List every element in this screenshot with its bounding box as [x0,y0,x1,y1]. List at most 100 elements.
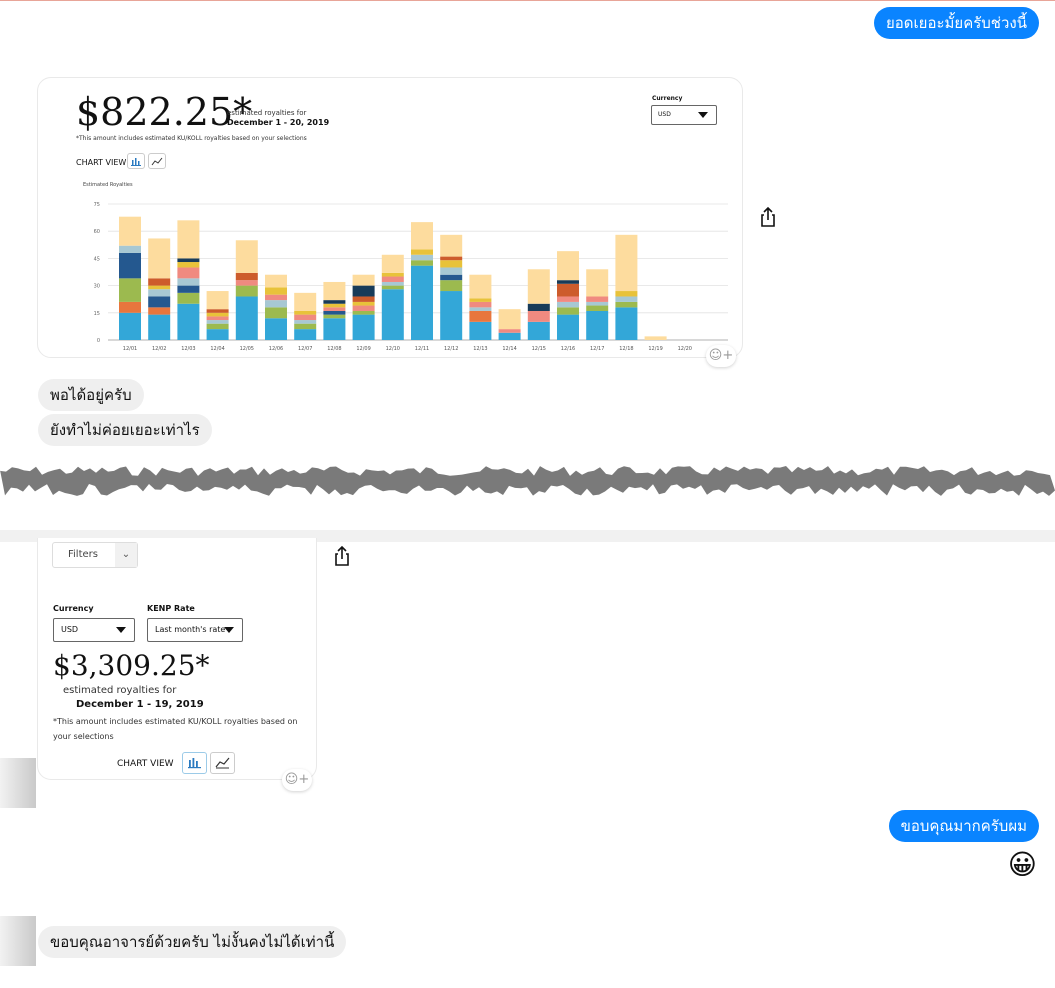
message-text: พอได้อยู่ครับ [50,386,132,404]
tear-gap [0,500,1055,530]
bar-segment [352,301,375,306]
bar-segment [323,300,346,304]
x-tick-label: 12/17 [590,346,604,352]
bar-segment [469,301,492,308]
bar-segment [235,240,258,273]
bar-segment [411,222,433,250]
bar-segment [206,316,229,321]
y-tick-label: 75 [94,202,100,208]
avatar[interactable] [0,916,36,966]
bar-segment [119,301,141,313]
bar-segment [586,301,609,306]
chevron-down-icon [224,627,234,633]
bar-segment [527,303,550,311]
bar-segment [148,289,171,297]
kenp-select[interactable]: Last month's rate [147,618,243,642]
bar-segment [206,291,229,310]
bar-segment [119,278,141,302]
bar-segment [265,274,287,288]
x-tick-label: 12/07 [298,346,312,352]
add-reaction-button[interactable]: ☺+ [706,345,736,367]
x-tick-label: 12/11 [415,346,429,352]
bar-segment [265,287,287,295]
share-button[interactable] [758,206,778,228]
bar-segment [498,329,521,333]
bar-segment [411,254,433,261]
bar-segment [206,323,229,330]
bar-segment [148,296,171,308]
bar-segment [352,305,375,311]
bar-segment [557,307,579,315]
message-text: ยังทำไม่ค่อยเยอะเท่าไร [50,421,200,439]
message-text: ขอบคุณมากครับผม [900,817,1027,835]
x-tick-label: 12/03 [181,346,195,352]
currency-select[interactable]: USD [651,105,717,125]
bar-view-button[interactable] [182,752,207,774]
currency-label: Currency [53,604,94,613]
bar-segment [235,272,258,281]
bar-segment [440,256,463,261]
bar-segment [644,336,667,340]
bar-chart-icon [131,158,141,166]
bar-segment [352,285,375,297]
bar-segment [206,320,229,324]
bar-segment [381,254,404,273]
bar-segment [177,267,200,279]
bar-segment [235,296,258,340]
grinning-emoji-message[interactable]: 😀 [1008,848,1037,882]
bar-segment [381,276,404,282]
message-text: ยอดเยอะมั้ยครับช่วงนี้ [886,14,1027,32]
add-reaction-button[interactable]: ☺+ [282,769,312,791]
currency-select[interactable]: USD [53,618,135,642]
y-tick-label: 45 [94,256,100,262]
bar-segment [440,267,463,275]
message-incoming[interactable]: พอได้อยู่ครับ [38,379,144,411]
bar-segment [148,307,171,315]
line-chart-icon [151,157,163,166]
message-outgoing[interactable]: ขอบคุณมากครับผม [888,810,1039,842]
bar-segment [411,249,433,255]
royalties-screenshot-card[interactable]: $822.25* estimated royalties for Decembe… [37,77,743,358]
message-outgoing[interactable]: ยอดเยอะมั้ยครับช่วงนี้ [874,7,1039,39]
bar-segment [440,291,463,340]
message-incoming[interactable]: ขอบคุณอาจารย์ด้วยครับ ไม่งั้นคงไม่ได้เท่… [38,926,347,958]
footnote: *This amount includes estimated KU/KOLL … [53,717,298,741]
x-tick-label: 12/10 [386,346,400,352]
share-icon [761,206,775,227]
chevron-down-icon [116,627,126,633]
bar-segment [235,285,258,297]
bar-segment [265,307,287,319]
bar-segment [148,238,171,279]
x-tick-label: 12/06 [269,346,283,352]
bar-segment [586,310,609,340]
message-text: ขอบคุณอาจารย์ด้วยครับ ไม่งั้นคงไม่ได้เท่… [50,933,335,951]
bar-chart-icon [188,758,201,769]
royalties-bar-chart: 0 15 30 45 60 75 12/01 12/02 12/03 12/04 12/05 12/0… [94,202,728,352]
message-incoming[interactable]: ยังทำไม่ค่อยเยอะเท่าไร [38,414,212,446]
avatar[interactable] [0,758,36,808]
bar-segment [294,310,317,315]
bar-segment [352,310,375,315]
bar-segment [557,296,579,302]
bar-segment [469,321,492,340]
bar-segment [323,307,346,311]
royalties-mobile-card[interactable]: Filters ⌄ Currency USD KENP Rate Last mo… [37,538,317,780]
line-chart-icon [215,757,230,769]
bar-segment [615,307,638,340]
bar-view-button[interactable] [127,153,145,169]
line-view-button[interactable] [210,752,235,774]
date-range: December 1 - 20, 2019 [227,118,330,127]
bar-segment [440,274,463,281]
bar-segment [265,300,287,308]
bar-segment [440,280,463,292]
bar-segment [294,329,317,340]
bar-segment [323,310,346,315]
filters-dropdown[interactable]: Filters ⌄ [52,542,138,568]
bar-segment [469,274,492,299]
torn-edge-divider [0,466,1055,496]
line-view-button[interactable] [148,153,166,169]
bar-segment [615,301,638,308]
share-button[interactable] [332,545,352,567]
bar-segment [411,260,433,266]
bar-segment [177,292,200,304]
